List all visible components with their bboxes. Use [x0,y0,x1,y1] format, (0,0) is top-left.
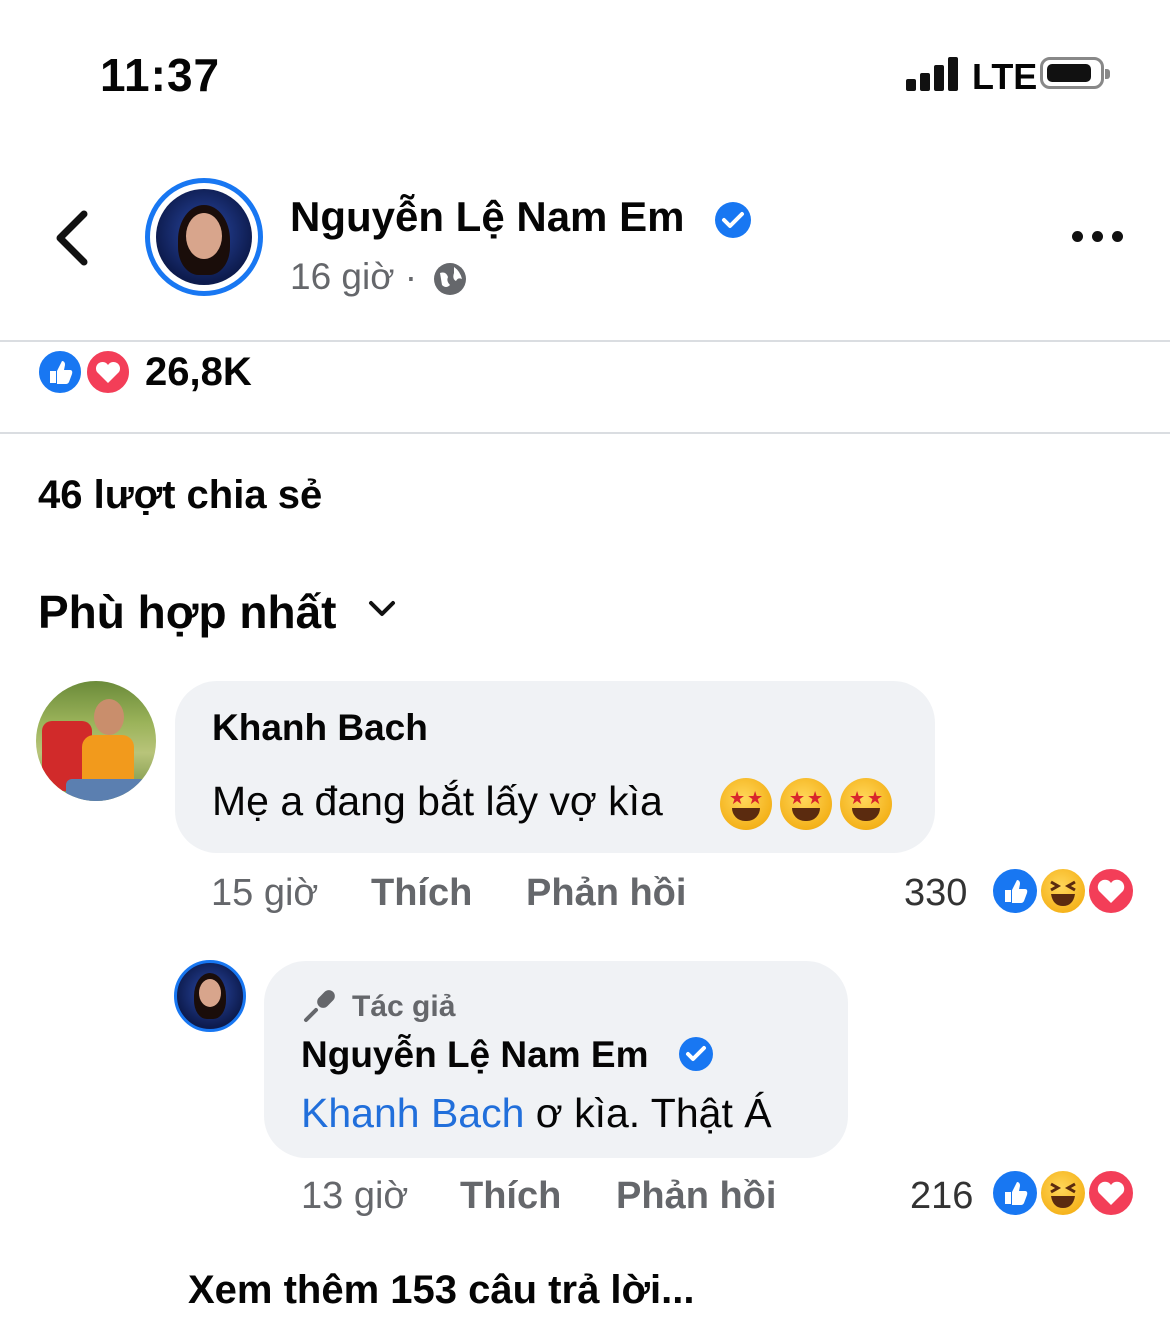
reply-reaction-count[interactable]: 216 [910,1175,973,1218]
mention-link[interactable]: Khanh Bach [301,1090,524,1136]
comment-text: Mẹ a đang bắt lấy vợ kìa [212,778,663,824]
chevron-down-icon[interactable] [368,597,396,621]
love-reaction-icon[interactable] [1086,1168,1136,1218]
comment-reply-button[interactable]: Phản hồi [526,872,686,915]
comment-author-name[interactable]: Khanh Bach [212,707,428,749]
love-reaction-icon[interactable] [84,348,132,396]
reply-reply-button[interactable]: Phản hồi [616,1175,776,1218]
reply-timestamp: 13 giờ [301,1175,409,1217]
globe-icon [434,263,466,295]
comment-reaction-count[interactable]: 330 [904,872,967,915]
carrier-label: LTE [972,56,1038,97]
status-time: 11:37 [100,49,221,101]
star-struck-emoji-icon: ★ ★ [780,778,832,830]
haha-reaction-icon[interactable] [1038,1168,1088,1218]
like-reaction-icon[interactable] [990,1168,1040,1218]
comment-like-button[interactable]: Thích [371,872,472,915]
reply-author-name[interactable]: Nguyễn Lệ Nam Em [301,1034,648,1076]
divider [0,340,1170,342]
page-avatar[interactable] [145,178,263,296]
back-arrow-icon[interactable] [50,208,92,268]
divider [0,432,1170,434]
love-reaction-icon[interactable] [1086,866,1136,916]
commenter-avatar[interactable] [36,681,156,801]
share-count[interactable]: 46 lượt chia sẻ [38,473,322,518]
reply-author-avatar[interactable] [174,960,246,1032]
star-struck-emoji-icon: ★ ★ [720,778,772,830]
like-reaction-icon[interactable] [990,866,1040,916]
haha-reaction-icon[interactable] [1038,866,1088,916]
comment-timestamp: 15 giờ [211,872,319,914]
signal-strength-icon [906,57,960,91]
reply-like-button[interactable]: Thích [460,1175,561,1218]
battery-icon [1040,57,1110,89]
view-more-replies-link[interactable]: Xem thêm 153 câu trả lời... [188,1268,694,1313]
comment-sort-dropdown[interactable]: Phù hợp nhất [38,585,336,639]
like-reaction-icon[interactable] [36,348,84,396]
author-badge: Tác giả [352,990,456,1023]
reply-text: Khanh Bach ơ kìa. Thật Á [301,1090,772,1136]
star-struck-emoji-icon: ★ ★ [840,778,892,830]
post-author-name[interactable]: Nguyễn Lệ Nam Em [290,193,684,241]
post-timestamp: 16 giờ · [290,256,418,297]
more-options-icon[interactable] [1072,231,1124,243]
verified-badge-icon [679,1037,713,1071]
verified-badge-icon [715,202,751,238]
reaction-count[interactable]: 26,8K [145,350,252,395]
microphone-icon [304,990,335,1022]
